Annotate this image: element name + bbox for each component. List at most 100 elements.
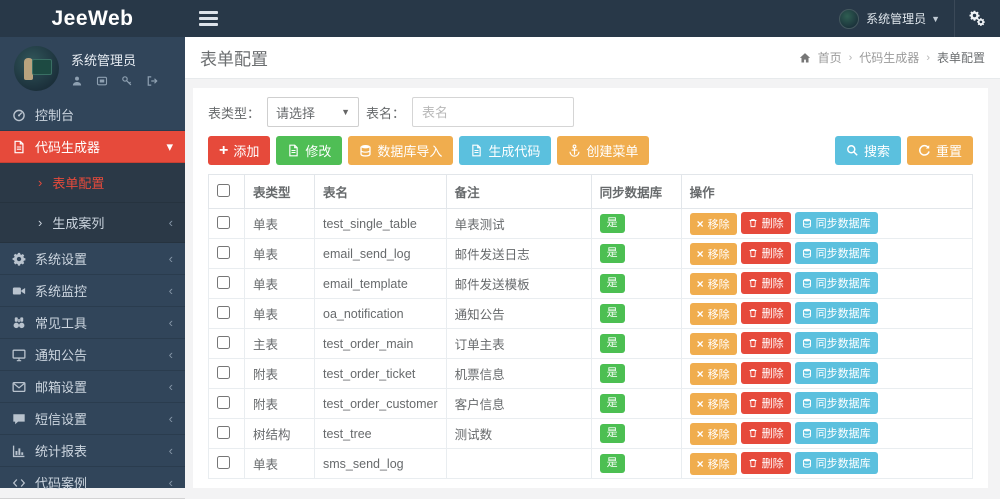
gear-icon [12, 252, 26, 266]
delete-button[interactable]: 删除 [740, 242, 791, 264]
sync-database-button[interactable]: 同步数据库 [794, 242, 878, 264]
table-body: 单表 test_single_table 单表测试 是 × 移除 删除 同步数据… [208, 208, 974, 479]
breadcrumb-home[interactable]: 首页 [818, 49, 842, 66]
header-table-type: 表类型 [244, 174, 315, 209]
sync-yes-badge: 是 [599, 244, 625, 263]
sync-database-button[interactable]: 同步数据库 [794, 302, 878, 324]
sync-database-button[interactable]: 同步数据库 [794, 392, 878, 414]
hamburger-menu-icon[interactable] [199, 11, 218, 26]
code-icon [12, 478, 26, 487]
delete-button[interactable]: 删除 [740, 422, 791, 444]
db-import-button[interactable]: 数据库导入 [348, 136, 454, 165]
sidebar-item-mail-settings[interactable]: 邮箱设置 ‹ [0, 371, 185, 403]
sync-database-button[interactable]: 同步数据库 [794, 422, 878, 444]
sync-database-button[interactable]: 同步数据库 [794, 362, 878, 384]
settings-cogs-icon[interactable] [969, 10, 986, 27]
chevron-left-icon: ‹ [168, 379, 173, 394]
database-icon [802, 218, 812, 228]
sync-database-button[interactable]: 同步数据库 [794, 272, 878, 294]
sidebar-item-system-monitor[interactable]: 系统监控 ‹ [0, 275, 185, 307]
remove-button[interactable]: × 移除 [689, 243, 737, 265]
reset-button[interactable]: 重置 [906, 136, 973, 165]
logout-icon[interactable] [146, 75, 158, 87]
row-checkbox[interactable] [217, 395, 230, 409]
row-checkbox[interactable] [217, 425, 230, 439]
create-menu-button[interactable]: 创建菜单 [557, 136, 650, 165]
sidebar-subitem-gen-cases[interactable]: › 生成案列 ‹ [0, 203, 185, 243]
user-icon[interactable] [71, 75, 83, 87]
row-checkbox[interactable] [217, 455, 230, 469]
sidebar-item-code-generator[interactable]: 代码生成器 ▾ [0, 131, 185, 163]
database-icon [359, 144, 372, 157]
row-checkbox[interactable] [217, 245, 230, 259]
cell-remark: 测试数 [445, 418, 592, 449]
row-checkbox[interactable] [217, 365, 230, 379]
cell-table-name: test_tree [314, 418, 447, 449]
row-checkbox[interactable] [217, 275, 230, 289]
trash-icon [748, 308, 758, 318]
delete-button[interactable]: 删除 [740, 272, 791, 294]
toolbar: + 添加 修改 数据库导入 生成代码 创建菜单 搜索 重置 [208, 136, 973, 165]
remove-button[interactable]: × 移除 [689, 333, 737, 355]
table-row: 主表 test_order_main 订单主表 是 × 移除 删除 同步数据库 [208, 328, 974, 359]
remove-button[interactable]: × 移除 [689, 213, 737, 235]
sync-database-button[interactable]: 同步数据库 [794, 332, 878, 354]
row-checkbox[interactable] [217, 215, 230, 229]
key-icon[interactable] [121, 75, 133, 87]
sidebar-item-notices[interactable]: 通知公告 ‹ [0, 339, 185, 371]
remove-button[interactable]: × 移除 [689, 423, 737, 445]
sidebar-subitem-form-config[interactable]: › 表单配置 [0, 163, 185, 203]
remove-button[interactable]: × 移除 [689, 303, 737, 325]
table-row: 单表 email_template 邮件发送模板 是 × 移除 删除 同步数据库 [208, 268, 974, 299]
sidebar-item-code-examples[interactable]: 代码案例 ‹ [0, 467, 185, 499]
remove-button[interactable]: × 移除 [689, 453, 737, 475]
sidebar-item-reports[interactable]: 统计报表 ‹ [0, 435, 185, 467]
x-icon: × [696, 277, 704, 291]
search-button[interactable]: 搜索 [834, 136, 901, 165]
remove-button[interactable]: × 移除 [689, 273, 737, 295]
search-icon [847, 145, 858, 156]
cell-table-name: test_order_ticket [314, 358, 447, 389]
edit-button[interactable]: 修改 [276, 136, 343, 165]
x-icon: × [696, 217, 704, 231]
sidebar-item-system-settings[interactable]: 系统设置 ‹ [0, 243, 185, 275]
trash-icon [748, 338, 758, 348]
database-icon [802, 428, 812, 438]
sidebar-item-sms-settings[interactable]: 短信设置 ‹ [0, 403, 185, 435]
plus-icon: + [219, 141, 229, 159]
cell-table-type: 单表 [244, 448, 315, 479]
delete-button[interactable]: 删除 [740, 392, 791, 414]
trash-icon [748, 248, 758, 258]
cell-table-type: 附表 [244, 388, 315, 419]
message-icon[interactable] [96, 75, 108, 87]
trash-icon [748, 428, 758, 438]
select-all-checkbox[interactable] [217, 183, 230, 197]
row-checkbox[interactable] [217, 305, 230, 319]
delete-button[interactable]: 删除 [740, 362, 791, 384]
form-config-table: 表类型 表名 备注 同步数据库 操作 单表 test_single_table … [208, 174, 974, 479]
sync-database-button[interactable]: 同步数据库 [794, 452, 878, 474]
sidebar-item-dashboard[interactable]: 控制台 [0, 99, 185, 131]
cell-remark: 邮件发送模板 [445, 268, 592, 299]
caret-down-icon: ▼ [931, 13, 940, 24]
user-avatar[interactable] [14, 46, 59, 91]
delete-button[interactable]: 删除 [740, 212, 791, 234]
delete-button[interactable]: 删除 [740, 302, 791, 324]
remove-button[interactable]: × 移除 [689, 363, 737, 385]
generate-code-button[interactable]: 生成代码 [459, 136, 552, 165]
sync-database-button[interactable]: 同步数据库 [794, 212, 878, 234]
table-type-select[interactable]: 请选择 ▼ [267, 97, 360, 127]
sidebar-item-common-tools[interactable]: 常见工具 ‹ [0, 307, 185, 339]
remove-button[interactable]: × 移除 [689, 393, 737, 415]
sync-yes-badge: 是 [599, 364, 625, 383]
delete-button[interactable]: 删除 [740, 332, 791, 354]
topbar-avatar[interactable] [839, 8, 860, 29]
add-button[interactable]: + 添加 [208, 136, 271, 165]
breadcrumb-code-generator[interactable]: 代码生成器 [859, 49, 919, 66]
row-checkbox[interactable] [217, 335, 230, 349]
header-remark: 备注 [445, 174, 592, 209]
table-name-input[interactable] [412, 97, 575, 127]
topbar-user-menu[interactable]: 系统管理员 ▼ [866, 10, 940, 27]
delete-button[interactable]: 删除 [740, 452, 791, 474]
chevron-down-icon: ▾ [166, 139, 173, 154]
